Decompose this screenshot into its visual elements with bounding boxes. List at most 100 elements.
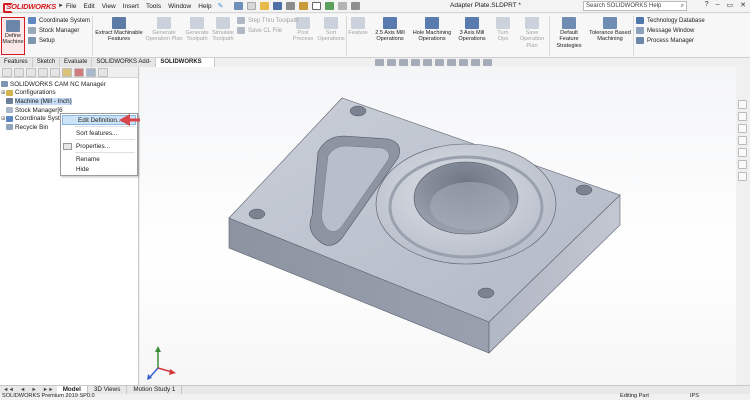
close-icon[interactable]: ✕ [740, 1, 746, 9]
view-palette-icon[interactable] [738, 136, 747, 145]
file-explorer-icon[interactable] [738, 124, 747, 133]
minimize-icon[interactable]: – [716, 1, 720, 9]
menu-edit[interactable]: Edit [83, 3, 94, 10]
file-properties-icon[interactable] [337, 2, 347, 10]
cam-resources-icon[interactable] [738, 172, 747, 181]
zoom-area-icon[interactable] [387, 59, 396, 66]
menu-item-hide[interactable]: Hide [61, 164, 137, 174]
tab-addins[interactable]: SOLIDWORKS Add-Ins [92, 58, 157, 74]
cam-operation-tab-icon[interactable] [50, 67, 60, 77]
select-icon[interactable] [311, 2, 321, 10]
corner-hole-left[interactable] [248, 208, 266, 220]
menu-file[interactable]: File [66, 3, 76, 10]
custom-properties-icon[interactable] [738, 160, 747, 169]
menu-insert[interactable]: Insert [123, 3, 139, 10]
step-thru-toolpath-button[interactable]: Step Thru Toolpath [237, 16, 298, 25]
design-library-icon[interactable] [738, 112, 747, 121]
print-icon[interactable] [285, 2, 295, 10]
corner-hole-front[interactable] [477, 287, 495, 299]
pin-icon[interactable]: ✎ [218, 2, 224, 10]
save-cl-file-button[interactable]: Save CL File [237, 26, 282, 35]
tab-motion-study[interactable]: Motion Study 1 [127, 386, 183, 394]
setup-button[interactable]: Setup [28, 36, 55, 45]
question-icon[interactable]: ? [705, 1, 709, 9]
technology-database-button[interactable]: Technology Database [636, 16, 705, 25]
options-icon[interactable] [350, 2, 360, 10]
turn-ops-button[interactable]: Turn Ops [492, 17, 514, 43]
maximize-icon[interactable]: ▭ [727, 1, 734, 9]
feature-tree-tab-icon[interactable] [2, 67, 12, 77]
config-tab-icon[interactable] [26, 67, 36, 77]
tree-configurations[interactable]: ⊞ Configurations [1, 89, 138, 98]
tab-solidworks-cam[interactable]: SOLIDWORKS CAM [156, 58, 215, 74]
sort-operations-button[interactable]: Sort Operations [316, 17, 346, 43]
view-settings-icon[interactable] [483, 59, 492, 66]
post-process-button[interactable]: Post Process [292, 17, 314, 43]
resources-icon[interactable] [738, 100, 747, 109]
cam-tool-tab-icon[interactable] [62, 67, 72, 77]
menu-view[interactable]: View [102, 3, 116, 10]
previous-view-icon[interactable] [399, 59, 408, 66]
hide-show-icon[interactable] [447, 59, 456, 66]
display-style-icon[interactable] [435, 59, 444, 66]
edit-appearance-icon[interactable] [459, 59, 468, 66]
hole-machining-button[interactable]: Hole Machining Operations [411, 17, 453, 43]
tab-sketch[interactable]: Sketch [33, 58, 61, 67]
scene-icon[interactable] [471, 59, 480, 66]
tree-root[interactable]: SOLIDWORKS CAM NC Manager [1, 80, 138, 89]
search-input[interactable]: Search SOLIDWORKS Help ⌕ [583, 1, 687, 11]
new-document-icon[interactable] [246, 2, 256, 10]
menu-item-rename[interactable]: Rename [61, 154, 137, 164]
menu-item-sort-features[interactable]: Sort features... [61, 128, 137, 138]
extract-features-label: Extract Machinable Features [95, 30, 143, 43]
nc-manager-tab-icon[interactable] [86, 67, 96, 77]
mill-25-axis-button[interactable]: 2.5 Axis Mill Operations [369, 17, 411, 43]
property-tab-icon[interactable] [14, 67, 24, 77]
open-icon[interactable] [259, 2, 269, 10]
more-tabs-icon[interactable] [98, 67, 108, 77]
corner-hole-right[interactable] [575, 184, 593, 196]
tolerance-based-machining-button[interactable]: Tolerance Based Machining [588, 17, 632, 43]
define-machine-button[interactable]: Define Machine [1, 17, 25, 55]
tree-root-label: SOLIDWORKS CAM NC Manager [10, 80, 106, 88]
post-process-label: Post Process [292, 30, 314, 43]
graphics-area[interactable] [140, 67, 736, 385]
tab-evaluate[interactable]: Evaluate [60, 58, 93, 67]
adapter-plate-model[interactable] [140, 67, 736, 385]
mill-3-axis-button[interactable]: 3 Axis Mill Operations [453, 17, 491, 43]
view-orientation-icon[interactable] [423, 59, 432, 66]
menu-help[interactable]: Help [198, 3, 211, 10]
save-operation-plan-label: Save Operation Plan [519, 30, 545, 49]
message-window-button[interactable]: Message Window [636, 26, 694, 35]
tree-machine[interactable]: Machine (Mill - Inch) [1, 97, 138, 106]
save-operation-plan-button[interactable]: Save Operation Plan [515, 17, 549, 49]
simulate-toolpath-button[interactable]: Simulate Toolpath [210, 17, 236, 43]
search-icon[interactable]: ⌕ [681, 3, 684, 10]
status-version: SOLIDWORKS Premium 2019 SP0.0 [2, 393, 95, 399]
coordinate-system-button[interactable]: Coordinate System [28, 16, 90, 25]
feature-button[interactable]: Feature [347, 17, 369, 36]
appearances-icon[interactable] [738, 148, 747, 157]
extract-features-button[interactable]: Extract Machinable Features [93, 17, 145, 43]
menu-item-properties[interactable]: Properties... [61, 141, 137, 151]
save-icon[interactable] [272, 2, 282, 10]
generate-toolpath-button[interactable]: Generate Toolpath [184, 17, 210, 43]
zoom-to-fit-icon[interactable] [375, 59, 384, 66]
solidworks-logo[interactable]: SOLIDWORKS ► [0, 1, 64, 13]
corner-hole-back[interactable] [349, 105, 367, 117]
undo-icon[interactable] [298, 2, 308, 10]
default-feature-strategies-button[interactable]: Default Feature Strategies [550, 17, 588, 49]
home-icon[interactable] [233, 2, 243, 10]
rebuild-icon[interactable] [324, 2, 334, 10]
stock-manager-button[interactable]: Stock Manager [28, 26, 79, 35]
process-manager-button[interactable]: Process Manager [636, 36, 694, 45]
section-view-icon[interactable] [411, 59, 420, 66]
appearance-tab-icon[interactable] [74, 67, 84, 77]
status-units[interactable]: IPS [690, 393, 699, 399]
generate-plan-button[interactable]: Generate Operation Plan [145, 17, 183, 43]
tab-features[interactable]: Features [0, 58, 33, 67]
cam-feature-tab-icon[interactable] [38, 67, 48, 77]
menu-expand-icon[interactable]: ► [58, 3, 64, 9]
menu-tools[interactable]: Tools [146, 3, 161, 10]
menu-window[interactable]: Window [168, 3, 191, 10]
